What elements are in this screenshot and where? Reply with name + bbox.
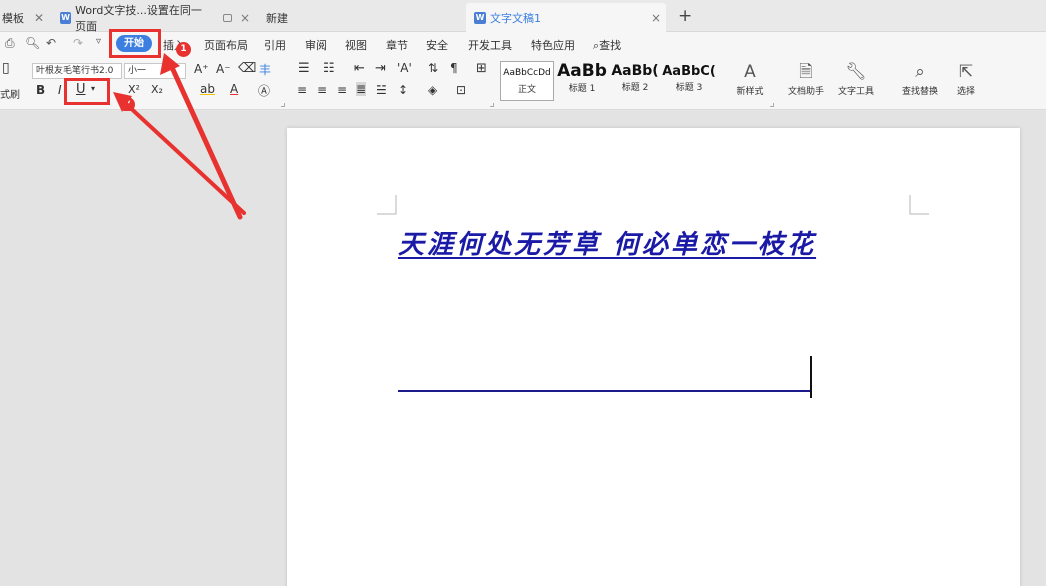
select-button[interactable]: ⇱ 选择 [948,60,984,97]
decrease-indent-icon[interactable]: ⇤ [354,61,365,76]
subscript-button[interactable]: X₂ [151,83,163,96]
search-command[interactable]: ⌕查找 [593,37,621,53]
tab-developer[interactable]: 开发工具 [468,37,512,53]
customize-icon[interactable]: ▿ [96,36,101,47]
highlight-start-tab [109,29,161,58]
tab-view[interactable]: 视图 [345,37,367,53]
sort-icon[interactable]: ⇅ [428,61,438,75]
tab-special-apps[interactable]: 特色应用 [531,37,575,53]
document-heading[interactable]: 天涯何处无芳草 何必单恋一枝花 [398,224,816,261]
tab-document-1[interactable]: W 文字文稿1 × [466,3,666,32]
line-spacing-icon[interactable]: ↕ [398,83,408,97]
close-icon[interactable]: × [240,11,250,25]
new-style-icon: A [744,62,756,82]
search-icon: ⌕ [915,62,925,82]
align-right-icon[interactable]: ≡ [337,83,347,97]
text-tools-button[interactable]: 🔧︎ 文字工具 [832,60,880,97]
bullets-icon[interactable]: ☰ [298,61,310,76]
justify-icon[interactable]: ≣ [356,82,367,96]
wrench-icon: 🔧︎ [845,62,867,82]
style-heading-3[interactable]: AaBbC( 标题 3 [662,61,716,101]
tab-templates[interactable]: 模板 ✕ [0,3,52,32]
superscript-button[interactable]: X² [128,83,140,96]
document-page[interactable]: 天涯何处无芳草 何必单恋一枝花 [287,128,1020,586]
tab-label: 模板 [2,11,24,25]
clear-format-icon[interactable]: ⌫ [238,61,256,76]
tab-label: 文字文稿1 [490,11,541,25]
document-icon: W [474,11,486,24]
increase-indent-icon[interactable]: ⇥ [375,61,386,76]
cursor-icon: ⇱ [958,62,974,82]
close-icon[interactable]: ✕ [34,11,44,25]
tab-bar: 模板 ✕ W Word文字技...设置在同一页面 × 新建 W 文字文稿1 × … [0,0,1046,33]
phonetic-guide-icon[interactable]: 丰 [259,61,271,78]
italic-button[interactable]: I [58,83,62,97]
align-center-icon[interactable]: ≡ [317,83,327,97]
document-icon: W [60,11,72,24]
show-marks-icon[interactable]: ¶ [450,61,458,75]
new-tab-button[interactable]: + [678,6,692,26]
tab-chapter[interactable]: 章节 [386,37,408,53]
numbering-icon[interactable]: ☷ [323,61,335,76]
underlined-blank-line[interactable] [398,390,812,392]
tab-word-tips[interactable]: W Word文字技...设置在同一页面 × [60,3,250,33]
style-heading-1[interactable]: AaBb 标题 1 [556,61,608,101]
tab-page-layout[interactable]: 页面布局 [204,37,248,53]
style-group-launcher[interactable] [770,103,774,107]
find-replace-button[interactable]: ⌕ 查找替换 [894,60,946,97]
borders-icon[interactable]: ⊡ [456,83,466,97]
style-normal[interactable]: AaBbCcDd 正文 [500,61,554,101]
tab-label: 新建 [266,11,288,25]
redo-icon[interactable]: ↷ [73,36,83,50]
font-color-icon[interactable]: A [230,82,238,96]
tab-references[interactable]: 引用 [264,37,286,53]
font-name-select[interactable]: 叶根友毛笔行书2.0 [32,63,122,79]
font-group-launcher[interactable] [281,103,285,107]
table-icon[interactable]: ⊞ [476,61,487,76]
crop-mark-top-right [909,195,929,215]
font-size-select[interactable]: 小一 [124,63,186,79]
change-case-icon[interactable]: 'A' [397,61,412,75]
style-heading-2[interactable]: AaBb( 标题 2 [609,61,661,101]
doc-helper-button[interactable]: 🗎︎ 文档助手 [784,60,828,97]
step-badge-1: 1 [176,42,191,57]
step-badge-2: 2 [120,97,135,112]
shading-icon[interactable]: ◈ [428,83,437,97]
new-style-button[interactable]: A 新样式 [728,60,772,97]
paragraph-group-launcher[interactable] [490,103,494,107]
highlight-color-icon[interactable]: ab [200,82,215,96]
tab-new[interactable]: 新建 [266,3,306,32]
text-cursor [810,356,812,398]
print-icon[interactable]: ⎙ [5,36,15,51]
tab-review[interactable]: 审阅 [305,37,327,53]
comment-icon[interactable] [222,13,232,22]
close-icon[interactable]: × [651,11,661,25]
document-workspace: 天涯何处无芳草 何必单恋一枝花 [0,111,1046,586]
paste-icon[interactable]: ▯ [2,60,10,76]
char-border-icon[interactable]: Ⓐ [258,82,270,99]
bold-button[interactable]: B [36,83,45,97]
undo-icon[interactable]: ↶ [46,36,56,50]
format-painter-label[interactable]: 式刷 [0,86,20,101]
tab-security[interactable]: 安全 [426,37,448,53]
ribbon-toolbar: ▯ 式刷 叶根友毛笔行书2.0 小一 A⁺ A⁻ ⌫ 丰 B I U ▾ X² … [0,56,1046,110]
shrink-font-icon[interactable]: A⁻ [216,62,231,76]
crop-mark-top-left [377,195,397,215]
preview-icon[interactable]: 🔍︎ [25,36,40,50]
doc-helper-icon: 🗎︎ [799,62,813,82]
distribute-icon[interactable]: ☱ [376,83,387,97]
highlight-underline-button [64,78,110,105]
align-left-icon[interactable]: ≡ [297,83,307,97]
grow-font-icon[interactable]: A⁺ [194,62,209,76]
